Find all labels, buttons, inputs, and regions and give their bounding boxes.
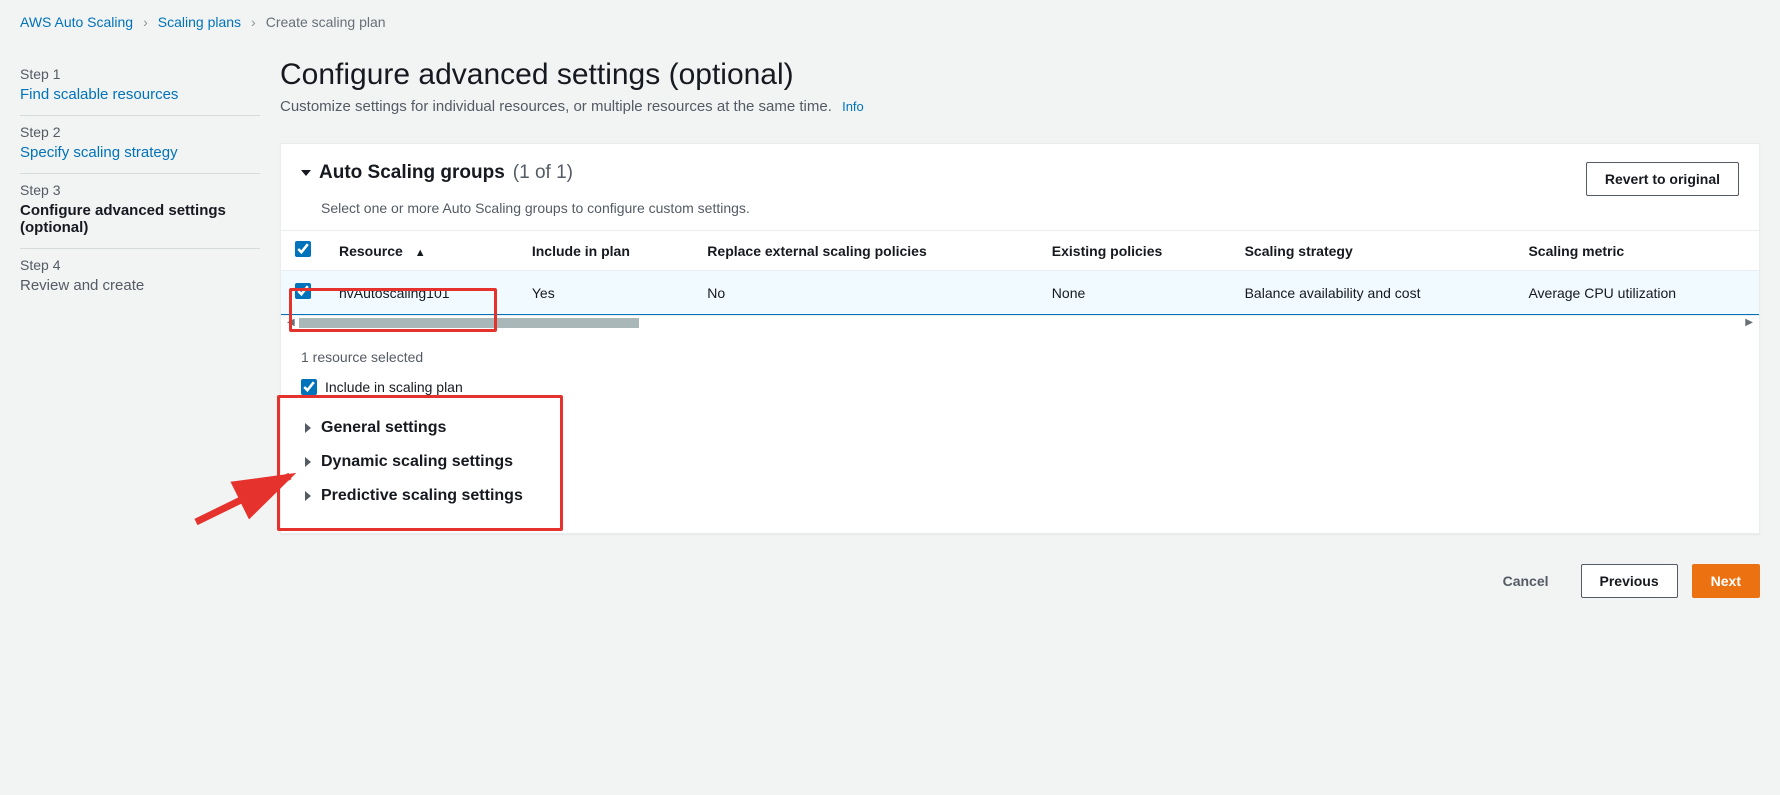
row-checkbox[interactable] <box>295 283 311 299</box>
page-title: Configure advanced settings (optional) <box>280 58 1760 92</box>
header-resource[interactable]: Resource ▲ <box>325 231 518 271</box>
step-title[interactable]: Specify scaling strategy <box>20 144 260 161</box>
include-in-plan-label: Include in scaling plan <box>325 379 463 395</box>
header-replace[interactable]: Replace external scaling policies <box>693 231 1038 271</box>
expander-label: Predictive scaling settings <box>321 487 523 505</box>
step-label: Step 3 <box>20 182 260 198</box>
step-1[interactable]: Step 1 Find scalable resources <box>20 58 260 116</box>
page-subtitle: Customize settings for individual resour… <box>280 98 1760 115</box>
breadcrumb-current: Create scaling plan <box>266 14 386 30</box>
selected-count: 1 resource selected <box>301 349 1739 365</box>
expander-general-settings[interactable]: General settings <box>301 411 1739 445</box>
groups-table-wrap: Resource ▲ Include in plan Replace exter… <box>281 230 1759 315</box>
step-4: Step 4 Review and create <box>20 249 260 306</box>
next-button[interactable]: Next <box>1692 564 1760 598</box>
panel-title: Auto Scaling groups <box>319 162 505 184</box>
chevron-right-icon: › <box>251 14 256 30</box>
cancel-button[interactable]: Cancel <box>1485 564 1567 598</box>
scrollbar-thumb[interactable] <box>299 318 639 328</box>
scroll-right-icon[interactable]: ▶ <box>1745 317 1753 328</box>
wizard-steps-sidebar: Step 1 Find scalable resources Step 2 Sp… <box>20 58 260 618</box>
step-label: Step 2 <box>20 124 260 140</box>
step-title[interactable]: Find scalable resources <box>20 86 260 103</box>
breadcrumb-parent[interactable]: Scaling plans <box>158 14 241 30</box>
cell-strategy: Balance availability and cost <box>1231 271 1515 315</box>
step-title: Review and create <box>20 277 260 294</box>
step-label: Step 4 <box>20 257 260 273</box>
caret-down-icon <box>301 170 311 176</box>
caret-right-icon <box>305 491 311 501</box>
caret-right-icon <box>305 457 311 467</box>
header-include[interactable]: Include in plan <box>518 231 693 271</box>
groups-table: Resource ▲ Include in plan Replace exter… <box>281 231 1759 315</box>
header-existing[interactable]: Existing policies <box>1038 231 1231 271</box>
cell-existing: None <box>1038 271 1231 315</box>
expander-label: Dynamic scaling settings <box>321 453 513 471</box>
include-in-plan-checkbox[interactable] <box>301 379 317 395</box>
step-3: Step 3 Configure advanced settings (opti… <box>20 174 260 249</box>
breadcrumb-root[interactable]: AWS Auto Scaling <box>20 14 133 30</box>
header-resource-label: Resource <box>339 243 403 259</box>
expander-dynamic-scaling-settings[interactable]: Dynamic scaling settings <box>301 445 1739 479</box>
breadcrumb: AWS Auto Scaling › Scaling plans › Creat… <box>0 0 1780 40</box>
previous-button[interactable]: Previous <box>1581 564 1678 598</box>
cell-include: Yes <box>518 271 693 315</box>
header-metric[interactable]: Scaling metric <box>1514 231 1759 271</box>
revert-to-original-button[interactable]: Revert to original <box>1586 162 1739 196</box>
info-link[interactable]: Info <box>842 99 864 114</box>
horizontal-scrollbar[interactable]: ◀ ▶ <box>281 315 1759 329</box>
auto-scaling-groups-panel: Auto Scaling groups (1 of 1) Revert to o… <box>280 143 1760 534</box>
panel-count: (1 of 1) <box>513 162 573 184</box>
page-subtitle-text: Customize settings for individual resour… <box>280 98 832 115</box>
cell-metric: Average CPU utilization <box>1514 271 1759 315</box>
expander-predictive-scaling-settings[interactable]: Predictive scaling settings <box>301 479 1739 513</box>
step-title: Configure advanced settings (optional) <box>20 202 260 236</box>
footer-actions: Cancel Previous Next <box>280 554 1760 618</box>
cell-resource: hvAutoscaling101 <box>325 271 518 315</box>
step-2[interactable]: Step 2 Specify scaling strategy <box>20 116 260 174</box>
sort-asc-icon: ▲ <box>415 247 426 259</box>
header-checkbox-col <box>281 231 325 271</box>
table-row[interactable]: hvAutoscaling101 Yes No None Balance ava… <box>281 271 1759 315</box>
chevron-right-icon: › <box>143 14 148 30</box>
selection-panel: 1 resource selected Include in scaling p… <box>281 329 1759 533</box>
cell-replace: No <box>693 271 1038 315</box>
select-all-checkbox[interactable] <box>295 241 311 257</box>
panel-heading-toggle[interactable]: Auto Scaling groups (1 of 1) <box>301 162 573 184</box>
expander-label: General settings <box>321 419 446 437</box>
header-strategy[interactable]: Scaling strategy <box>1231 231 1515 271</box>
caret-right-icon <box>305 423 311 433</box>
step-label: Step 1 <box>20 66 260 82</box>
scroll-left-icon[interactable]: ◀ <box>287 317 295 328</box>
panel-description: Select one or more Auto Scaling groups t… <box>281 196 1759 230</box>
